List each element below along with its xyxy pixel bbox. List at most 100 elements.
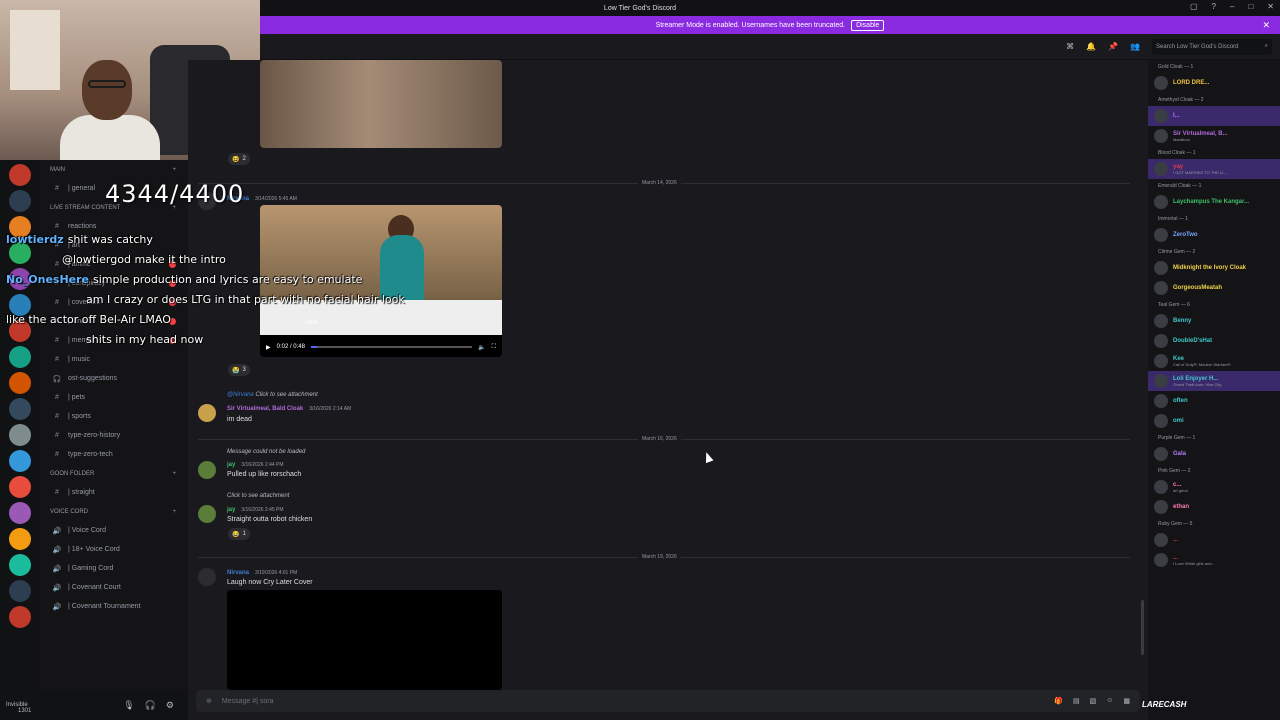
voice-channel[interactable]: 🔊 | Covenant Tournament <box>40 597 188 616</box>
member-item[interactable]: ethan <box>1148 497 1280 517</box>
member-item[interactable]: ... <box>1148 530 1280 550</box>
server-icon[interactable] <box>9 606 31 628</box>
minimize-icon[interactable]: – <box>1230 2 1234 11</box>
channel-ost-suggestions[interactable]: 🎧 ost-suggestions <box>40 369 188 388</box>
video-thumbnail[interactable] <box>260 60 502 148</box>
members-icon[interactable]: 👥 <box>1130 42 1140 51</box>
message-author[interactable]: Nirvana <box>227 570 249 576</box>
member-item[interactable]: ZeroTwo <box>1148 225 1280 245</box>
channel-music[interactable]: # | music <box>40 350 188 369</box>
server-icon[interactable] <box>9 398 31 420</box>
voice-channel[interactable]: 🔊 | Voice Cord <box>40 521 188 540</box>
member-item[interactable]: GorgeousMeatah <box>1148 278 1280 298</box>
apps-icon[interactable]: ▦ <box>1123 697 1130 705</box>
mic-icon[interactable]: 🎙 <box>123 700 134 711</box>
member-item[interactable]: omi <box>1148 411 1280 431</box>
headset-icon[interactable]: 🎧 <box>145 700 156 711</box>
add-channel-icon[interactable]: + <box>172 471 176 477</box>
voice-channel[interactable]: 🔊 | 18+ Voice Cord <box>40 540 188 559</box>
member-item[interactable]: Kee Call of Duty®: Modern Warfare® <box>1148 351 1280 371</box>
avatar[interactable] <box>198 461 216 479</box>
reaction[interactable]: 😭 3 <box>228 364 250 376</box>
channel-sports[interactable]: # | sports <box>40 407 188 426</box>
member-item[interactable]: Laychampus The Kangar... <box>1148 192 1280 212</box>
member-item[interactable]: c... art grind <box>1148 477 1280 497</box>
member-item[interactable]: yay I GOT MARRIED TO THE LL... <box>1148 159 1280 179</box>
reaction[interactable]: 😆 2 <box>228 153 250 165</box>
server-icon[interactable] <box>9 424 31 446</box>
avatar[interactable] <box>198 568 216 586</box>
server-icon[interactable] <box>9 528 31 550</box>
reply-preview[interactable]: Click to see attachment <box>227 493 289 499</box>
channel-type-zero-tech[interactable]: # type-zero-tech <box>40 445 188 464</box>
message-header: Nirvana 3/19/2026 4:01 PM <box>227 569 297 576</box>
member-item[interactable]: Midknight the Ivory Cloak <box>1148 258 1280 278</box>
gift-icon[interactable]: 🎁 <box>1054 697 1063 705</box>
fullscreen-icon[interactable]: ⛶ <box>492 344 496 351</box>
channel-straight[interactable]: # | straight <box>40 483 188 502</box>
message-author[interactable]: jay <box>227 507 235 513</box>
hash-icon: # <box>55 432 59 439</box>
speaker-icon: 🔊 <box>52 565 62 573</box>
sticker-icon[interactable]: ▧ <box>1090 697 1097 705</box>
add-channel-icon[interactable]: + <box>172 167 176 173</box>
avatar <box>1154 129 1168 143</box>
server-icon[interactable] <box>9 580 31 602</box>
server-icon[interactable] <box>9 450 31 472</box>
message-author[interactable]: jay <box>227 462 235 468</box>
reply-preview[interactable]: Message could not be loaded <box>227 449 305 455</box>
disable-streamer-mode-button[interactable]: Disable <box>851 19 885 31</box>
voice-channel[interactable]: 🔊 | Gaming Cord <box>40 559 188 578</box>
member-text: Sir Virtualmeal, B... Marathon <box>1173 131 1228 142</box>
message-author[interactable]: Sir Virtualmeal, Bald Cloak <box>227 406 303 412</box>
banner-close-icon[interactable]: ✕ <box>1262 20 1270 31</box>
member-role-header: Immortal — 1 <box>1158 215 1189 222</box>
server-icon[interactable] <box>9 502 31 524</box>
avatar[interactable] <box>198 404 216 422</box>
emoji-picker-icon[interactable]: ☺ <box>1106 697 1113 705</box>
message-composer[interactable]: ⊕ Message #| sora 🎁 ▤ ▧ ☺ ▦ <box>196 690 1140 712</box>
channel-pets[interactable]: # | pets <box>40 388 188 407</box>
server-icon[interactable] <box>9 476 31 498</box>
member-item[interactable]: Loli Enjoyer H... Grand Theft Auto: Vice … <box>1148 371 1280 391</box>
server-icon[interactable] <box>9 190 31 212</box>
add-attachment-icon[interactable]: ⊕ <box>206 697 212 705</box>
gif-icon[interactable]: ▤ <box>1073 697 1080 705</box>
member-item[interactable]: Benny <box>1148 311 1280 331</box>
member-item[interactable]: Sir Virtualmeal, B... Marathon <box>1148 126 1280 146</box>
threads-icon[interactable]: ⌘ <box>1066 42 1074 51</box>
pinned-icon[interactable]: 📌 <box>1108 42 1118 51</box>
category-main[interactable]: MAIN + <box>40 160 188 179</box>
member-item[interactable]: DoubleD'sHat <box>1148 331 1280 351</box>
category-voice[interactable]: VOICE CORD + <box>40 502 188 521</box>
settings-gear-icon[interactable]: ⚙ <box>166 700 174 711</box>
member-item[interactable]: ... I Love White girls and... <box>1148 550 1280 570</box>
server-icon[interactable] <box>9 164 31 186</box>
notification-icon[interactable]: 🔔 <box>1086 42 1096 51</box>
server-icon[interactable] <box>9 372 31 394</box>
scrollbar[interactable] <box>1141 600 1144 655</box>
maximize-icon[interactable]: □ <box>1248 2 1253 11</box>
server-icon[interactable] <box>9 554 31 576</box>
close-window-icon[interactable]: ✕ <box>1267 2 1274 11</box>
member-text: c... art grind <box>1173 482 1188 493</box>
member-item[interactable]: I... <box>1148 106 1280 126</box>
help-icon[interactable]: ? <box>1212 2 1216 11</box>
message-input[interactable]: Message #| sora <box>222 698 274 705</box>
video-attachment[interactable] <box>227 590 502 690</box>
reply-preview[interactable]: @Nirvana Click to see attachment <box>227 392 318 398</box>
reaction[interactable]: 😂 1 <box>228 528 250 540</box>
member-item[interactable]: Gala <box>1148 444 1280 464</box>
member-name: Benny <box>1173 318 1192 324</box>
avatar[interactable] <box>198 505 216 523</box>
volume-icon[interactable]: 🔈 <box>478 344 485 351</box>
channel-type-zero-history[interactable]: # type-zero-history <box>40 426 188 445</box>
inbox-icon[interactable]: ▢ <box>1190 2 1198 11</box>
member-item[interactable]: often <box>1148 391 1280 411</box>
category-goon[interactable]: GOON FOLDER + <box>40 464 188 483</box>
search-placeholder: Search Low Tier God's Discord <box>1156 43 1239 50</box>
voice-channel[interactable]: 🔊 | Covenant Court <box>40 578 188 597</box>
search-input[interactable]: Search Low Tier God's Discord ⌕ <box>1152 38 1272 55</box>
add-channel-icon[interactable]: + <box>172 509 176 515</box>
member-item[interactable]: LORD DRE... <box>1148 73 1280 93</box>
